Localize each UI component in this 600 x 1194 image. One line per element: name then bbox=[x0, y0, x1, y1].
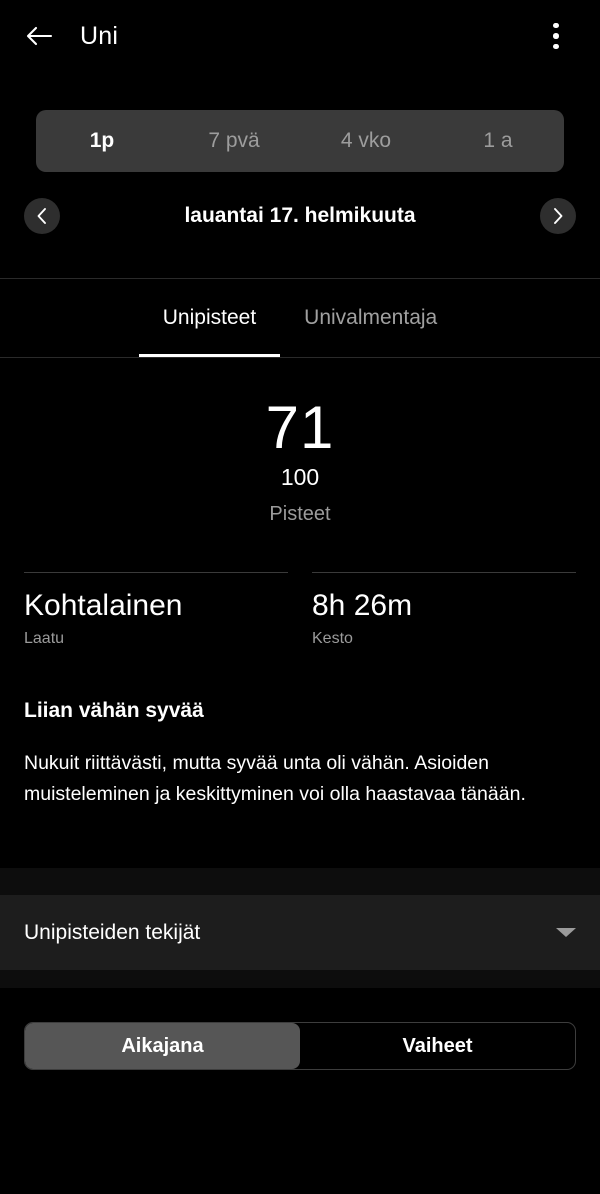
range-option-4w[interactable]: 4 vko bbox=[300, 110, 432, 172]
metric-quality-label: Laatu bbox=[24, 630, 65, 647]
section-gap bbox=[0, 868, 600, 895]
score-max: 100 bbox=[280, 464, 320, 490]
divider bbox=[0, 357, 600, 358]
current-date-label: lauantai 17. helmikuuta bbox=[184, 204, 416, 227]
sleep-detail-screen: Uni 1p 7 pvä 4 vko 1 a lauantai 17. helm… bbox=[0, 0, 600, 1194]
range-option-1y[interactable]: 1 a bbox=[432, 110, 564, 172]
accordion-label: Unipisteiden tekijät bbox=[24, 920, 201, 944]
date-navigator: lauantai 17. helmikuuta bbox=[0, 193, 600, 239]
metric-quality-value: Kohtalainen bbox=[24, 589, 183, 622]
tab-unipisteet[interactable]: Unipisteet bbox=[138, 279, 281, 357]
tab-bar: Unipisteet Univalmentaja bbox=[0, 279, 600, 357]
metric-quality: Kohtalainen Laatu bbox=[24, 572, 288, 650]
chevron-down-icon bbox=[556, 928, 576, 937]
next-day-button[interactable] bbox=[540, 198, 576, 234]
range-option-1p[interactable]: 1p bbox=[36, 110, 168, 172]
toggle-option-aikajana[interactable]: Aikajana bbox=[25, 1023, 300, 1069]
dot bbox=[553, 22, 559, 29]
dot bbox=[553, 43, 559, 50]
previous-day-button[interactable] bbox=[24, 198, 60, 234]
section-gap bbox=[0, 970, 600, 988]
insight-title: Liian vähän syvää bbox=[24, 699, 204, 722]
toggle-option-vaiheet[interactable]: Vaiheet bbox=[300, 1023, 575, 1069]
sleep-score-block: 71 100 Pisteet bbox=[0, 396, 600, 528]
metrics-row: Kohtalainen Laatu 8h 26m Kesto bbox=[24, 572, 576, 650]
score-unit-label: Pisteet bbox=[269, 503, 331, 525]
back-button[interactable] bbox=[16, 13, 62, 59]
tab-univalmentaja[interactable]: Univalmentaja bbox=[280, 279, 461, 357]
accordion-sleep-factors[interactable]: Unipisteiden tekijät bbox=[0, 895, 600, 970]
more-vertical-icon[interactable] bbox=[534, 13, 578, 59]
insight-block: Liian vähän syvää Nukuit riittävästi, mu… bbox=[24, 697, 569, 810]
score-value: 71 bbox=[265, 394, 335, 461]
range-selector: 1p 7 pvä 4 vko 1 a bbox=[36, 110, 564, 172]
view-mode-toggle: Aikajana Vaiheet bbox=[24, 1022, 576, 1070]
metric-duration-label: Kesto bbox=[312, 630, 353, 647]
insight-body: Nukuit riittävästi, mutta syvää unta oli… bbox=[24, 752, 526, 805]
app-bar: Uni bbox=[0, 0, 600, 72]
metric-duration-value: 8h 26m bbox=[312, 589, 413, 622]
range-option-7d[interactable]: 7 pvä bbox=[168, 110, 300, 172]
dot bbox=[553, 33, 559, 39]
metric-duration: 8h 26m Kesto bbox=[312, 572, 576, 650]
page-title: Uni bbox=[80, 21, 119, 50]
